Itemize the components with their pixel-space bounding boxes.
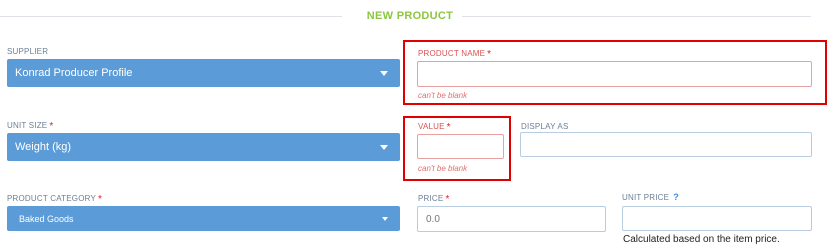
value-error: can't be blank bbox=[418, 164, 468, 173]
chevron-down-icon bbox=[380, 145, 388, 150]
unit-size-select-value: Weight (kg) bbox=[15, 141, 72, 153]
chevron-down-icon bbox=[380, 71, 388, 76]
unit-price-label: UNIT PRICE? bbox=[622, 192, 679, 202]
unit-price-hint: Calculated based on the item price. bbox=[623, 234, 780, 245]
price-input[interactable] bbox=[417, 206, 606, 232]
section-divider-right bbox=[462, 16, 811, 17]
unit-size-label: UNIT SIZE * bbox=[7, 121, 54, 132]
product-category-select[interactable]: Baked Goods bbox=[7, 206, 400, 231]
supplier-select-value: Konrad Producer Profile bbox=[15, 67, 133, 79]
unit-price-input[interactable] bbox=[622, 206, 812, 231]
question-icon[interactable]: ? bbox=[673, 192, 679, 202]
supplier-select[interactable]: Konrad Producer Profile bbox=[7, 59, 400, 87]
product-category-label: PRODUCT CATEGORY * bbox=[7, 194, 103, 205]
price-label: PRICE * bbox=[418, 194, 450, 205]
required-asterisk: * bbox=[445, 194, 450, 205]
required-asterisk: * bbox=[446, 122, 451, 133]
display-as-label: DISPLAY AS bbox=[521, 122, 569, 131]
product-category-select-value: Baked Goods bbox=[19, 213, 74, 224]
display-as-input[interactable] bbox=[520, 132, 812, 157]
required-asterisk: * bbox=[487, 49, 492, 60]
section-title: NEW PRODUCT bbox=[366, 10, 454, 22]
product-name-label: PRODUCT NAME * bbox=[418, 49, 492, 60]
required-asterisk: * bbox=[49, 121, 54, 132]
product-name-error: can't be blank bbox=[418, 91, 468, 100]
value-label: VALUE * bbox=[418, 122, 451, 133]
value-input[interactable] bbox=[417, 134, 504, 159]
chevron-down-icon bbox=[382, 216, 388, 221]
section-divider-left bbox=[0, 16, 342, 17]
required-asterisk: * bbox=[98, 194, 103, 205]
supplier-label: SUPPLIER bbox=[7, 47, 49, 56]
unit-size-select[interactable]: Weight (kg) bbox=[7, 133, 400, 161]
product-name-input[interactable] bbox=[417, 61, 812, 87]
